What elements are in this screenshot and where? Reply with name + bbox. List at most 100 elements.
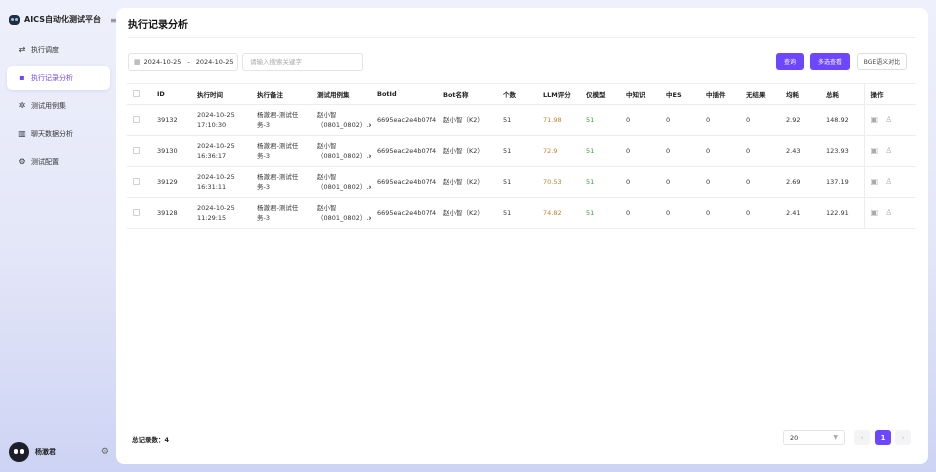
search-input[interactable]: [242, 53, 363, 71]
row-select-cell: [127, 197, 151, 229]
date-start: 2024-10-25: [143, 58, 182, 66]
gear-icon[interactable]: ⚙: [101, 447, 109, 457]
bge-compare-button[interactable]: BGE语义对比: [857, 53, 907, 70]
row-checkbox[interactable]: [133, 209, 140, 216]
col-header-note: 执行备注: [251, 84, 311, 105]
user-icon[interactable]: ♙: [885, 177, 892, 186]
multi-select-view-button[interactable]: 多选查看: [810, 53, 850, 70]
sidebar-item-label: 测试配置: [31, 158, 59, 166]
cell-no-result: 0: [740, 135, 780, 167]
row-checkbox[interactable]: [133, 147, 140, 154]
page-size-select[interactable]: 20 ▼: [783, 430, 845, 445]
user-icon[interactable]: ♙: [885, 115, 892, 124]
cell-actions: ▣ ♙: [863, 166, 916, 198]
sidebar-nav: ⇄ 执行调度 ▪ 执行记录分析 ✲ 测试用例集 ▥ 聊天数据分析 ⚙ 测试配置: [7, 38, 110, 178]
cell-time: 2024-10-25 11:29:15: [191, 197, 251, 229]
date-range-picker[interactable]: ▦ 2024-10-25 - 2024-10-25: [128, 53, 238, 71]
sidebar-item-records[interactable]: ▪ 执行记录分析: [7, 66, 110, 90]
cell-botid: 6695eac2e4b07f41.: [371, 135, 437, 167]
cell-no-result: 0: [740, 197, 780, 229]
cell-time: 2024-10-25 16:36:17: [191, 135, 251, 167]
cell-hit-plugin: 0: [700, 166, 740, 198]
chat-icon: ▪: [19, 73, 25, 82]
cell-count: 51: [497, 166, 537, 198]
image-icon[interactable]: ▣: [871, 115, 879, 124]
cell-id: 39129: [151, 166, 191, 198]
cell-botid: 6695eac2e4b07f41.: [371, 197, 437, 229]
cell-avg-cost: 2.43: [780, 135, 820, 167]
sidebar-item-schedule[interactable]: ⇄ 执行调度: [7, 38, 110, 62]
image-icon[interactable]: ▣: [871, 146, 879, 155]
query-button[interactable]: 查询: [776, 53, 804, 70]
image-icon[interactable]: ▣: [871, 177, 879, 186]
cell-count: 51: [497, 197, 537, 229]
sidebar-item-cases[interactable]: ✲ 测试用例集: [7, 94, 110, 118]
sidebar-item-label: 聊天数据分析: [31, 130, 73, 138]
image-icon[interactable]: ▣: [871, 208, 879, 217]
col-header-time: 执行时间: [191, 84, 251, 105]
cell-botid: 6695eac2e4b07f41.: [371, 104, 437, 136]
row-select-cell: [127, 166, 151, 198]
cell-llm-score: 72.9: [537, 135, 580, 167]
table-row[interactable]: 39128 2024-10-25 11:29:15 杨澈君-测试任 务-3 赵小智（…: [127, 197, 916, 229]
cell-actions: ▣ ♙: [863, 104, 916, 136]
cell-hit-kb: 0: [620, 197, 660, 229]
cell-model-only: 51: [580, 197, 620, 229]
user-icon[interactable]: ♙: [885, 208, 892, 217]
settings-icon: ⚙: [18, 157, 26, 166]
col-header-botid: BotId: [371, 84, 437, 105]
main-panel: 执行记录分析 ▦ 2024-10-25 - 2024-10-25 查询 多选查看…: [116, 8, 928, 464]
date-end: 2024-10-25: [195, 58, 234, 66]
col-header-hit-es: 中ES: [660, 84, 700, 105]
table-row[interactable]: 39129 2024-10-25 16:31:11 杨澈君-测试任 务-3 赵小智（…: [127, 166, 916, 198]
cell-botid: 6695eac2e4b07f41.: [371, 166, 437, 198]
col-header-id: ID: [151, 84, 191, 105]
table-row[interactable]: 39130 2024-10-25 16:36:17 杨澈君-测试任 务-3 赵小智（…: [127, 135, 916, 167]
page-number-button[interactable]: 1: [875, 430, 891, 445]
sidebar-item-chat-analysis[interactable]: ▥ 聊天数据分析: [7, 122, 110, 146]
col-header-total-cost: 总耗: [820, 84, 864, 105]
cell-id: 39132: [151, 104, 191, 136]
swap-icon: ⇄: [18, 45, 26, 54]
cell-hit-plugin: 0: [700, 135, 740, 167]
cell-note: 杨澈君-测试任 务-3: [251, 104, 311, 136]
cell-botname: 赵小智（K2）: [437, 135, 497, 167]
row-checkbox[interactable]: [133, 116, 140, 123]
prev-page-button[interactable]: ‹: [854, 430, 870, 445]
sidebar-item-label: 执行调度: [31, 46, 59, 54]
row-checkbox[interactable]: [133, 178, 140, 185]
table-row[interactable]: 39132 2024-10-25 17:10:30 杨澈君-测试任 务-3 赵小智（…: [127, 104, 916, 136]
cell-count: 51: [497, 135, 537, 167]
cell-hit-es: 0: [660, 135, 700, 167]
sidebar-item-config[interactable]: ⚙ 测试配置: [7, 150, 110, 174]
col-header-case-set: 测试用例集: [311, 84, 371, 105]
cell-botname: 赵小智（K2）: [437, 104, 497, 136]
cell-case-line1: 赵小智: [317, 172, 337, 181]
avatar[interactable]: [9, 442, 29, 462]
cell-date: 2024-10-25: [197, 203, 235, 212]
col-header-hit-kb: 中知识: [620, 84, 660, 105]
cell-avg-cost: 2.69: [780, 166, 820, 198]
chevron-down-icon: ▼: [833, 434, 838, 441]
cell-case-line1: 赵小智: [317, 203, 337, 212]
cell-case-line2: （0801_0802）.xl: [317, 182, 371, 191]
cell-botname: 赵小智（K2）: [437, 166, 497, 198]
col-header-actions: 操作: [863, 84, 916, 105]
user-icon[interactable]: ♙: [885, 146, 892, 155]
cell-actions: ▣ ♙: [863, 135, 916, 167]
cell-hit-plugin: 0: [700, 104, 740, 136]
cell-hit-es: 0: [660, 166, 700, 198]
select-all-checkbox[interactable]: [133, 90, 140, 98]
cell-no-result: 0: [740, 166, 780, 198]
robot-logo-icon: [9, 14, 20, 25]
gear-icon: ✲: [18, 101, 26, 110]
sidebar: AICS自动化测试平台 ≡ ⇄ 执行调度 ▪ 执行记录分析 ✲ 测试用例集 ▥ …: [0, 0, 117, 472]
brand[interactable]: AICS自动化测试平台: [9, 14, 101, 25]
cell-note-line2: 务-3: [257, 213, 270, 222]
select-all-cell: [127, 84, 151, 105]
cell-note: 杨澈君-测试任 务-3: [251, 166, 311, 198]
next-page-button[interactable]: ›: [895, 430, 911, 445]
cell-note: 杨澈君-测试任 务-3: [251, 197, 311, 229]
cell-note-line1: 杨澈君-测试任: [257, 172, 299, 181]
cell-case-line2: （0801_0802）.xl: [317, 120, 371, 129]
